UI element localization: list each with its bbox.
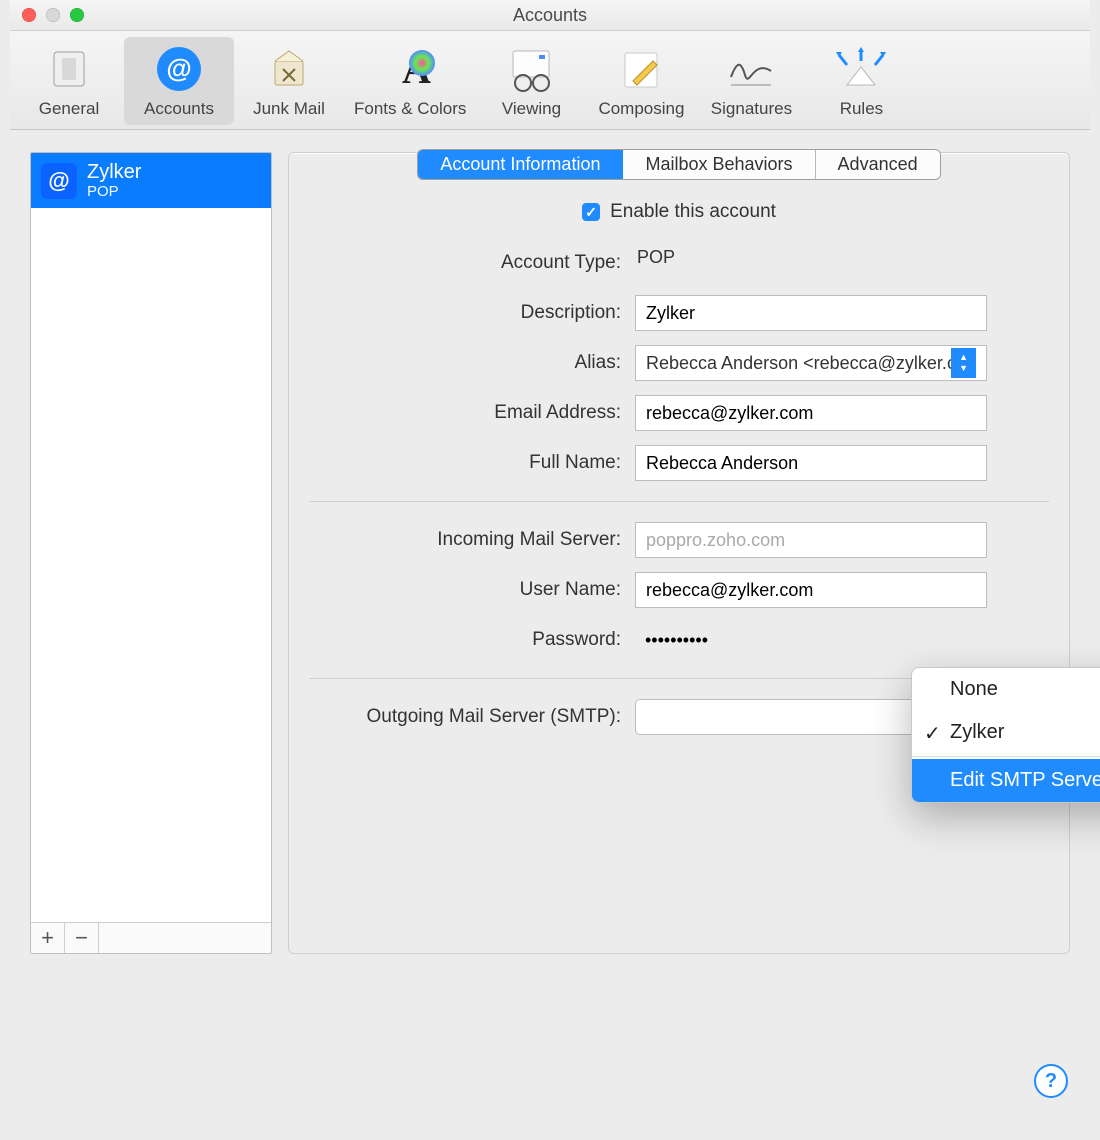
sidebar-button-spacer: . xyxy=(99,923,271,953)
incoming-server-input[interactable] xyxy=(635,522,987,558)
remove-account-button[interactable]: − xyxy=(65,923,99,953)
account-name: Zylker xyxy=(87,161,141,183)
account-protocol: POP xyxy=(87,183,141,200)
help-button[interactable]: ? xyxy=(1034,1064,1068,1098)
smtp-dropdown: None Zylker Edit SMTP Server List… xyxy=(911,667,1100,803)
toolbar-item-fonts-colors[interactable]: A Fonts & Colors xyxy=(344,37,476,125)
enable-account-label: Enable this account xyxy=(610,201,776,223)
account-row[interactable]: @ Zylker POP xyxy=(31,153,271,208)
tab-account-information[interactable]: Account Information xyxy=(418,150,623,179)
username-input[interactable] xyxy=(635,572,987,608)
toolbar-item-junk-mail[interactable]: Junk Mail xyxy=(234,37,344,125)
account-type-value: POP xyxy=(635,245,987,281)
alias-label: Alias: xyxy=(309,352,635,374)
toolbar-item-accounts[interactable]: @ Accounts xyxy=(124,37,234,125)
tab-mailbox-behaviors[interactable]: Mailbox Behaviors xyxy=(623,150,815,179)
password-input[interactable] xyxy=(635,622,987,658)
description-input[interactable] xyxy=(635,295,987,331)
toolbar-item-signatures[interactable]: Signatures xyxy=(696,37,806,125)
viewing-icon xyxy=(505,41,557,97)
toolbar-item-viewing[interactable]: Viewing xyxy=(476,37,586,125)
toolbar-label: Viewing xyxy=(502,99,561,119)
email-input[interactable] xyxy=(635,395,987,431)
toolbar-label: Fonts & Colors xyxy=(354,99,466,119)
toolbar-label: Junk Mail xyxy=(253,99,325,119)
smtp-label: Outgoing Mail Server (SMTP): xyxy=(309,706,635,728)
add-account-button[interactable]: + xyxy=(31,923,65,953)
alias-value: Rebecca Anderson <rebecca@zylker.com> xyxy=(646,353,951,374)
accounts-sidebar: @ Zylker POP + − . xyxy=(30,152,272,954)
toolbar-item-composing[interactable]: Composing xyxy=(586,37,696,125)
toolbar-label: Rules xyxy=(840,99,883,119)
fonts-colors-icon: A xyxy=(384,41,436,97)
svg-text:@: @ xyxy=(166,53,191,83)
general-icon xyxy=(48,41,90,97)
enable-account-checkbox[interactable]: ✓ xyxy=(582,203,600,221)
toolbar-label: General xyxy=(39,99,99,119)
at-icon: @ xyxy=(41,163,77,199)
email-label: Email Address: xyxy=(309,402,635,424)
smtp-option-edit-list[interactable]: Edit SMTP Server List… xyxy=(912,759,1100,802)
toolbar-label: Composing xyxy=(598,99,684,119)
toolbar-label: Signatures xyxy=(711,99,792,119)
chevron-updown-icon: ▲▼ xyxy=(951,348,976,378)
account-tabs: Account Information Mailbox Behaviors Ad… xyxy=(417,149,940,180)
toolbar-item-general[interactable]: General xyxy=(14,37,124,125)
incoming-label: Incoming Mail Server: xyxy=(309,529,635,551)
alias-select[interactable]: Rebecca Anderson <rebecca@zylker.com> ▲▼ xyxy=(635,345,987,381)
fullname-input[interactable] xyxy=(635,445,987,481)
toolbar-item-rules[interactable]: Rules xyxy=(806,37,916,125)
divider xyxy=(309,501,1049,502)
fullname-label: Full Name: xyxy=(309,452,635,474)
smtp-option-zylker[interactable]: Zylker xyxy=(912,711,1100,754)
titlebar: Accounts xyxy=(10,0,1090,31)
junk-mail-icon xyxy=(265,41,313,97)
preferences-toolbar: General @ Accounts Junk Mail A Fonts & C… xyxy=(10,31,1090,130)
rules-icon xyxy=(835,41,887,97)
username-label: User Name: xyxy=(309,579,635,601)
toolbar-label: Accounts xyxy=(144,99,214,119)
accounts-icon: @ xyxy=(154,41,204,97)
tab-advanced[interactable]: Advanced xyxy=(816,150,940,179)
composing-icon xyxy=(617,41,665,97)
smtp-option-none[interactable]: None xyxy=(912,668,1100,711)
window-title: Accounts xyxy=(10,5,1090,26)
signatures-icon xyxy=(723,41,779,97)
description-label: Description: xyxy=(309,302,635,324)
dropdown-separator xyxy=(912,756,1100,757)
password-label: Password: xyxy=(309,629,635,651)
account-type-label: Account Type: xyxy=(309,252,635,274)
account-panel: Account Information Mailbox Behaviors Ad… xyxy=(288,152,1070,954)
